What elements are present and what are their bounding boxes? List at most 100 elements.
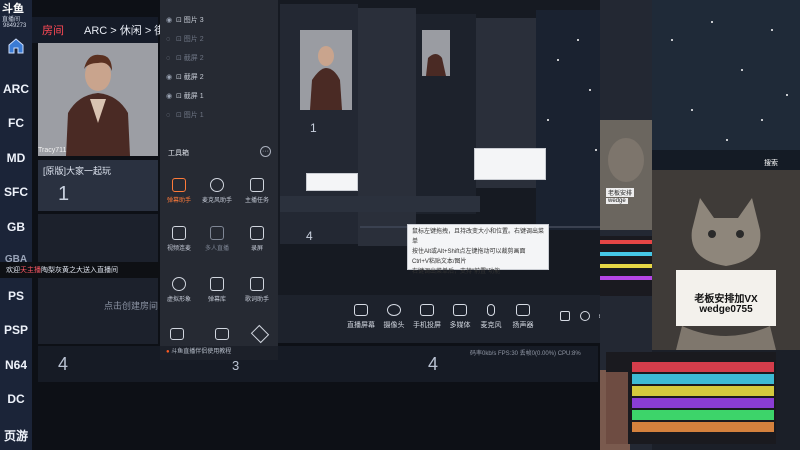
nav-item-fc[interactable]: FC xyxy=(0,116,32,130)
room-label[interactable]: 房间 xyxy=(42,22,64,38)
eye-icon[interactable]: ◉ xyxy=(166,73,174,81)
avatar-icon xyxy=(172,277,186,291)
mini-tooltip xyxy=(474,148,546,180)
cat-sign-line1: 老板安排加VX xyxy=(694,294,758,305)
create-room-text[interactable]: 点击创建房间 xyxy=(104,299,158,312)
tutorial-link[interactable]: ● 斗鱼直播伴侣使用教程 xyxy=(160,346,278,360)
nav-subtitle: 直播间 xyxy=(2,17,21,23)
home-icon[interactable] xyxy=(6,36,26,54)
lock-icon[interactable]: ⊡ xyxy=(176,112,182,119)
streamer-portrait[interactable] xyxy=(38,43,158,156)
nav-item-webgame[interactable]: 页游 xyxy=(0,427,32,444)
tool-mic-helper[interactable]: 麦克风助手 xyxy=(200,178,234,204)
record-icon xyxy=(250,226,264,240)
eye-icon[interactable]: ◌ xyxy=(166,55,174,62)
nav-item-arc[interactable]: ARC xyxy=(0,82,32,96)
tile-number: 4 xyxy=(428,354,439,374)
circle-button-icon[interactable] xyxy=(580,311,590,321)
layer-row[interactable]: ◉ ⊡ 截屏 1 xyxy=(166,91,204,101)
tile-number: 3 xyxy=(232,358,240,373)
bag-icon[interactable] xyxy=(215,328,229,340)
eye-icon[interactable]: ◌ xyxy=(166,112,174,119)
tool-label: 虚拟形象 xyxy=(166,297,191,303)
control-label: 扬声器 xyxy=(512,322,534,329)
camera-icon xyxy=(387,304,401,316)
microphone-icon xyxy=(487,304,495,316)
layer-row[interactable]: ◌ ⊡ 图片 1 xyxy=(166,110,204,120)
tool-lyrics[interactable]: 歌词助手 xyxy=(240,277,274,303)
tool-streamer-task[interactable]: 主播任务 xyxy=(240,178,274,204)
tool-label: 主播任务 xyxy=(244,198,269,204)
tooltip-line: 鼠标左键拖拽，且持改变大小和位置。右键调出菜单 xyxy=(412,229,545,245)
layer-label: 截屏 1 xyxy=(183,93,204,100)
cat-photo xyxy=(652,170,800,350)
layer-label: 图片 3 xyxy=(183,17,204,24)
layer-row[interactable]: ◉ ⊡ 截屏 2 xyxy=(166,72,204,82)
speaker-button[interactable]: 扬声器 xyxy=(503,304,543,330)
eye-icon[interactable]: ◌ xyxy=(166,36,174,43)
tooltip-line: 按住Alt或Alt+Shift点左键拖动可以裁剪画面 xyxy=(412,249,526,255)
gift-icon[interactable] xyxy=(170,328,184,340)
tool-label: 弹幕库 xyxy=(207,297,226,303)
layer-row[interactable]: ◌ ⊡ 截屏 2 xyxy=(166,53,204,63)
rgb-keyboard-image xyxy=(606,352,776,444)
tool-video-link[interactable]: 视频连麦 xyxy=(162,226,196,252)
info-icon: ● xyxy=(166,349,170,355)
star-panel xyxy=(652,0,800,170)
cat-image xyxy=(652,170,800,350)
mini-tooltip xyxy=(306,173,358,191)
small-sign: wedge xyxy=(606,198,628,204)
nav-item-sfc[interactable]: SFC xyxy=(0,185,32,199)
tool-label: 弹幕助手 xyxy=(166,198,191,204)
lock-icon[interactable]: ⊡ xyxy=(176,93,182,100)
record-button-icon[interactable] xyxy=(560,311,570,321)
danmu-icon xyxy=(172,178,186,192)
tool-avatar[interactable]: 虚拟形象 xyxy=(162,277,196,303)
svg-text:1: 1 xyxy=(310,121,317,135)
layer-row[interactable]: ◌ ⊡ 图片 2 xyxy=(166,34,204,44)
task-icon xyxy=(250,178,264,192)
lock-icon[interactable]: ⊡ xyxy=(176,74,182,81)
search-button[interactable]: 搜索 xyxy=(764,158,778,168)
app-logo: 斗鱼 xyxy=(2,2,24,15)
canvas-tooltip: 鼠标左键拖拽，且持改变大小和位置。右键调出菜单 按住Alt或Alt+Shift点… xyxy=(407,224,549,275)
nav-item-n64[interactable]: N64 xyxy=(0,358,32,372)
danmu-pre: 欢迎 xyxy=(6,267,20,274)
screen-icon xyxy=(354,304,368,316)
control-label: 多媒体 xyxy=(449,322,471,329)
control-label: 直播屏幕 xyxy=(347,322,375,329)
lyrics-icon xyxy=(250,277,264,291)
download-icon xyxy=(210,226,224,240)
nav-item-md[interactable]: MD xyxy=(0,151,32,165)
svg-text:4: 4 xyxy=(306,229,313,243)
room-number: 1 xyxy=(58,183,70,205)
tooltip-line: 右键调出菜单后，支持"前置"功能 xyxy=(412,269,501,275)
keyboard-photo xyxy=(606,352,776,444)
layer-label: 截屏 2 xyxy=(183,74,204,81)
nav-item-ps[interactable]: PS xyxy=(0,289,32,303)
lock-icon[interactable]: ⊡ xyxy=(176,55,182,62)
create-room-area[interactable] xyxy=(38,214,158,344)
tool-record[interactable]: 录屏 xyxy=(240,226,274,252)
nav-item-psp[interactable]: PSP xyxy=(0,323,32,337)
lock-icon[interactable]: ⊡ xyxy=(176,17,182,24)
tool-multi-live[interactable]: 多人直播 xyxy=(200,226,234,252)
danmu-user[interactable]: 夭主播 xyxy=(20,267,41,274)
tool-label: 录屏 xyxy=(250,246,263,252)
more-icon[interactable]: ··· xyxy=(260,146,271,157)
cat-sign-line2: wedge0755 xyxy=(699,304,753,315)
layer-label: 截屏 2 xyxy=(183,55,204,62)
nav-item-gb[interactable]: GB xyxy=(0,220,32,234)
tool-danmu-helper[interactable]: 弹幕助手 xyxy=(162,178,196,204)
layer-row[interactable]: ◉ ⊡ 图片 3 xyxy=(166,15,204,25)
tool-danmu-lib[interactable]: 弹幕库 xyxy=(200,277,234,303)
video-link-icon xyxy=(172,226,186,240)
tool-label: 麦克风助手 xyxy=(201,198,232,204)
nav-item-dc[interactable]: DC xyxy=(0,392,32,406)
danmu-post: 陶梨灰黄之大送入直播间 xyxy=(41,267,118,274)
lock-icon[interactable]: ⊡ xyxy=(176,36,182,43)
eye-icon[interactable]: ◉ xyxy=(166,92,174,100)
tool-label: 视频连麦 xyxy=(166,246,191,252)
tool-label: 歌词助手 xyxy=(244,297,269,303)
eye-icon[interactable]: ◉ xyxy=(166,16,174,24)
